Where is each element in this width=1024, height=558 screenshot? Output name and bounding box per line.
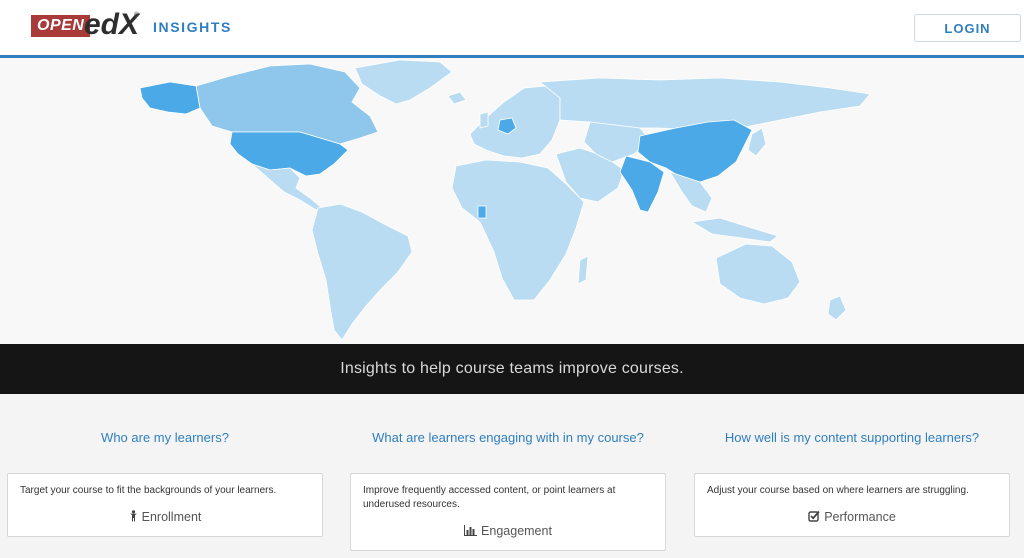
- login-button[interactable]: LOGIN: [914, 14, 1021, 42]
- performance-link-label: Performance: [824, 510, 896, 524]
- map-region-australia[interactable]: [715, 243, 801, 305]
- feature-performance-card: Adjust your course based on where learne…: [694, 473, 1010, 537]
- feature-performance-title: How well is my content supporting learne…: [724, 430, 980, 445]
- check-square-icon: [808, 510, 820, 525]
- map-region-alaska[interactable]: [139, 81, 201, 115]
- app-title[interactable]: INSIGHTS: [153, 19, 232, 35]
- child-icon: [129, 510, 138, 525]
- map-region-iceland[interactable]: [447, 91, 467, 105]
- logo-trademark: ®: [134, 12, 140, 19]
- top-header: OPEN edX ® INSIGHTS LOGIN: [0, 0, 1024, 58]
- enrollment-link-label: Enrollment: [141, 510, 202, 524]
- world-map: [0, 58, 1024, 344]
- map-region-south-america[interactable]: [311, 203, 413, 341]
- engagement-link-label: Engagement: [481, 524, 552, 538]
- feature-engagement-description: Improve frequently accessed content, or …: [363, 485, 616, 510]
- map-region-africa[interactable]: [451, 159, 585, 301]
- feature-learners-description: Target your course to fit the background…: [20, 485, 277, 496]
- enrollment-link[interactable]: Enrollment: [20, 510, 310, 525]
- world-map-svg: [139, 59, 871, 341]
- logo-open-text: OPEN: [31, 15, 91, 37]
- map-region-greenland[interactable]: [354, 59, 453, 105]
- engagement-link[interactable]: Engagement: [363, 524, 653, 539]
- map-region-ghana[interactable]: [477, 205, 487, 219]
- feature-engagement-title: What are learners engaging with in my co…: [372, 430, 644, 445]
- logo-edx-text: edX: [84, 8, 140, 41]
- map-region-madagascar[interactable]: [577, 255, 589, 285]
- feature-performance-description: Adjust your course based on where learne…: [707, 485, 969, 496]
- map-region-uk[interactable]: [479, 111, 489, 129]
- feature-learners-title: Who are my learners?: [101, 430, 229, 445]
- feature-learners-card: Target your course to fit the background…: [7, 473, 323, 537]
- map-region-new-zealand[interactable]: [827, 295, 847, 321]
- feature-engagement-card: Improve frequently accessed content, or …: [350, 473, 666, 551]
- map-region-indonesia[interactable]: [690, 217, 779, 243]
- performance-link[interactable]: Performance: [707, 510, 997, 525]
- tagline-banner: Insights to help course teams improve co…: [0, 344, 1024, 394]
- bar-chart-icon: [464, 525, 478, 539]
- open-edx-logo[interactable]: OPEN edX ®: [27, 4, 145, 48]
- feature-section: Who are my learners? Target your course …: [0, 394, 1024, 558]
